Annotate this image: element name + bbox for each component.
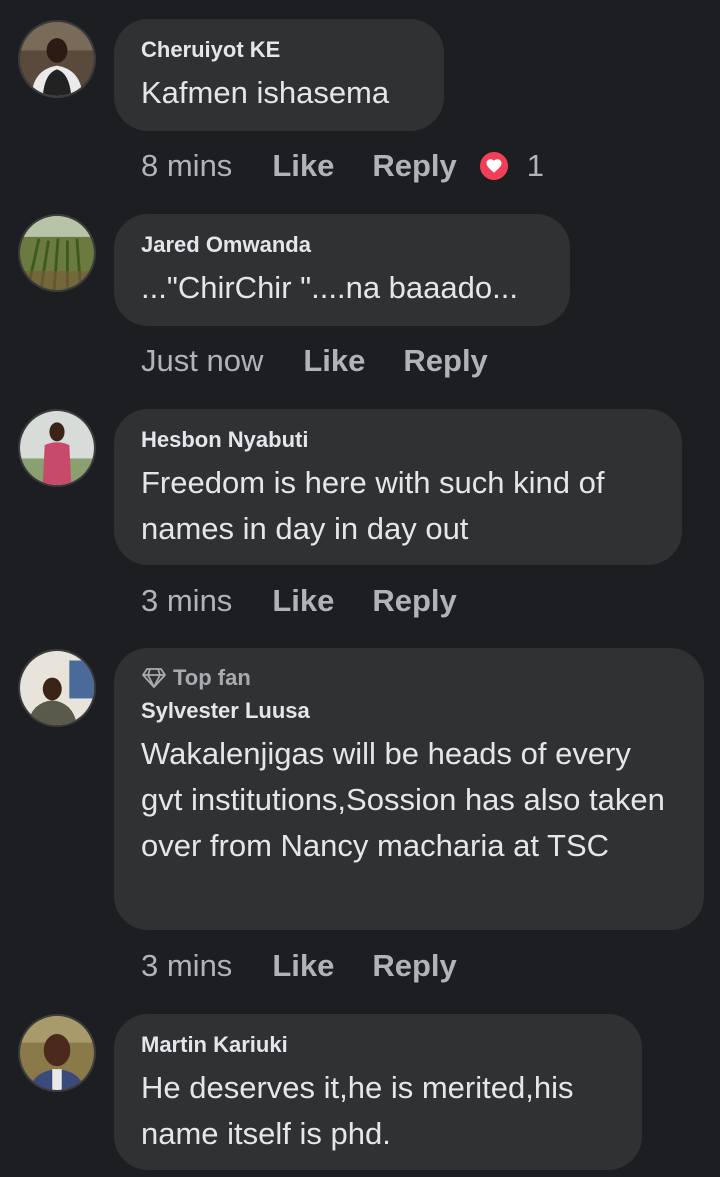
- like-button[interactable]: Like: [272, 948, 334, 984]
- comment-author[interactable]: Sylvester Luusa: [141, 696, 678, 726]
- avatar[interactable]: [18, 649, 96, 727]
- comment-author[interactable]: Cheruiyot KE: [141, 35, 418, 65]
- badge-label: Top fan: [173, 665, 251, 690]
- reply-button[interactable]: Reply: [372, 948, 456, 984]
- avatar[interactable]: [18, 409, 96, 487]
- reaction-count: 1: [526, 148, 545, 183]
- comment-author[interactable]: Hesbon Nyabuti: [141, 425, 656, 455]
- avatar[interactable]: [18, 214, 96, 292]
- reply-button[interactable]: Reply: [372, 583, 456, 619]
- comment-actions: 3 mins Like Reply: [141, 946, 457, 986]
- diamond-icon: [142, 668, 166, 688]
- comment-actions: Just now Like Reply: [141, 341, 488, 381]
- like-button[interactable]: Like: [303, 343, 365, 379]
- comment-text: ..."ChirChir "....na baaado...: [141, 270, 518, 305]
- comment-author[interactable]: Martin Kariuki: [141, 1030, 616, 1060]
- comment-text: Wakalenjigas will be heads of every gvt …: [141, 736, 665, 863]
- reply-button[interactable]: Reply: [403, 343, 487, 379]
- comment-bubble: Martin Kariuki He deserves it,he is meri…: [114, 1014, 642, 1170]
- avatar[interactable]: [18, 20, 96, 98]
- comment-author[interactable]: Jared Omwanda: [141, 230, 544, 260]
- comment-actions: 8 mins Like Reply 1: [141, 146, 544, 186]
- top-fan-badge: Top fan: [141, 664, 678, 692]
- reply-button[interactable]: Reply: [372, 148, 456, 184]
- comment-bubble: Cheruiyot KE Kafmen ishasema: [114, 19, 444, 131]
- comment-time[interactable]: 3 mins: [141, 583, 232, 619]
- comment-time[interactable]: 3 mins: [141, 948, 232, 984]
- avatar[interactable]: [18, 1014, 96, 1092]
- comment-text: He deserves it,he is merited,his name it…: [141, 1070, 574, 1151]
- reaction-summary[interactable]: 1: [476, 148, 545, 184]
- comment-bubble: Top fan Sylvester Luusa Wakalenjigas wil…: [114, 648, 704, 930]
- like-button[interactable]: Like: [272, 583, 334, 619]
- comment-actions: 3 mins Like Reply: [141, 581, 457, 621]
- heart-icon: [476, 149, 511, 183]
- like-button[interactable]: Like: [272, 148, 334, 184]
- comment-time[interactable]: 8 mins: [141, 148, 232, 184]
- comment-bubble: Jared Omwanda ..."ChirChir "....na baaad…: [114, 214, 570, 326]
- comment-text: Kafmen ishasema: [141, 75, 390, 110]
- comment-time[interactable]: Just now: [141, 343, 263, 379]
- comment-text: Freedom is here with such kind of names …: [141, 465, 605, 546]
- comment-bubble: Hesbon Nyabuti Freedom is here with such…: [114, 409, 682, 565]
